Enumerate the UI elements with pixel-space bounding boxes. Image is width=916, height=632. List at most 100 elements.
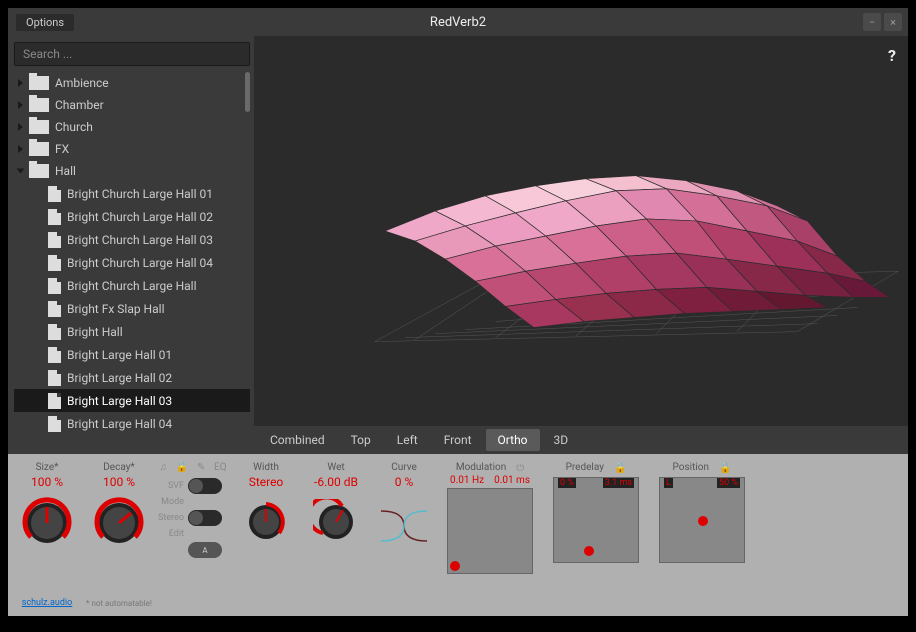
wet-value: -6.00 dB: [314, 475, 358, 489]
width-knob[interactable]: [243, 499, 289, 545]
folder-label: Chamber: [55, 98, 104, 112]
wet-label: Wet: [327, 462, 344, 473]
curve-label: Curve: [391, 462, 417, 473]
tab-combined[interactable]: Combined: [258, 429, 337, 451]
preset-item[interactable]: Bright Church Large Hall 01: [14, 182, 250, 205]
headphone-icon[interactable]: ♫: [159, 462, 167, 473]
options-button[interactable]: Options: [16, 14, 74, 31]
lock-icon[interactable]: 🔒: [176, 462, 188, 473]
pencil-icon[interactable]: ✎: [197, 462, 205, 473]
folder-icon: [29, 142, 49, 156]
curve-display[interactable]: [377, 501, 431, 551]
stereo-label: Stereo: [158, 513, 184, 523]
size-knob[interactable]: [19, 495, 75, 551]
predelay-lock-icon[interactable]: 🔒: [614, 463, 626, 474]
window-title: RedVerb2: [430, 15, 486, 30]
folder-icon: [29, 120, 49, 134]
edit-label: Edit: [158, 529, 184, 539]
size-value: 100 %: [31, 475, 63, 489]
folder-chamber[interactable]: Chamber: [14, 94, 250, 116]
file-icon: [48, 370, 61, 386]
power-icon[interactable]: ⏻: [516, 463, 524, 474]
folder-church[interactable]: Church: [14, 116, 250, 138]
preset-item[interactable]: Bright Large Hall 01: [14, 343, 250, 366]
preset-label: Bright Large Hall 03: [67, 394, 172, 408]
mod-ms: 0.01 ms: [494, 475, 530, 486]
preset-tree: Ambience Chamber Church FX Hall Bright Churc…: [14, 72, 250, 454]
file-icon: [48, 347, 61, 363]
position-right: 50 %: [717, 478, 740, 488]
expand-icon: [17, 169, 25, 174]
preset-label: Bright Large Hall 02: [67, 371, 172, 385]
preset-sidebar: Search ... Ambience Chamber Church FX Hall B…: [8, 36, 254, 454]
folder-ambience[interactable]: Ambience: [14, 72, 250, 94]
tab-3d[interactable]: 3D: [542, 429, 581, 451]
tab-top[interactable]: Top: [339, 429, 383, 451]
preset-label: Bright Church Large Hall 04: [67, 256, 213, 270]
tab-left[interactable]: Left: [385, 429, 430, 451]
modulation-label: Modulation: [456, 462, 506, 473]
tab-front[interactable]: Front: [432, 429, 484, 451]
preset-label: Bright Hall: [67, 325, 123, 339]
svf-label: SVF: [158, 481, 184, 491]
width-label: Width: [253, 462, 279, 473]
preset-item[interactable]: Bright Large Hall 03: [14, 389, 250, 412]
predelay-xy[interactable]: 0 % 3.1 ms: [553, 477, 639, 563]
expand-icon: [18, 79, 23, 87]
preset-item[interactable]: Bright Large Hall 04: [14, 412, 250, 435]
file-icon: [48, 209, 61, 225]
predelay-label: Predelay: [566, 462, 604, 473]
wet-knob[interactable]: [313, 499, 359, 545]
folder-label: Ambience: [55, 76, 109, 90]
preset-label: Bright Church Large Hall 02: [67, 210, 213, 224]
expand-icon: [18, 101, 23, 109]
preset-label: Bright Church Large Hall: [67, 279, 197, 293]
position-lock-icon[interactable]: 🔒: [719, 463, 731, 474]
position-left: L: [664, 478, 673, 488]
decay-knob[interactable]: [91, 495, 147, 551]
folder-hall[interactable]: Hall: [14, 160, 250, 182]
stereo-toggle[interactable]: [188, 510, 222, 526]
folder-fx[interactable]: FX: [14, 138, 250, 160]
preset-item[interactable]: Bright Hall: [14, 320, 250, 343]
help-button[interactable]: ?: [888, 46, 896, 65]
3d-visualization[interactable]: [254, 36, 908, 426]
minimize-button[interactable]: −: [863, 13, 881, 31]
modulation-xy[interactable]: [447, 488, 533, 574]
close-button[interactable]: ×: [884, 13, 902, 31]
file-icon: [48, 393, 61, 409]
preset-label: Bright Church Large Hall 03: [67, 233, 213, 247]
view-tabs: CombinedTopLeftFrontOrtho3D: [254, 426, 908, 454]
scrollbar[interactable]: [245, 72, 250, 112]
preset-item[interactable]: Bright Large Hall 02: [14, 366, 250, 389]
predelay-left: 0 %: [558, 478, 576, 488]
folder-icon: [29, 98, 49, 112]
edit-a-button[interactable]: A: [188, 542, 222, 558]
folder-label: FX: [55, 142, 69, 156]
search-input[interactable]: Search ...: [14, 42, 250, 66]
folder-icon: [29, 164, 49, 178]
preset-item[interactable]: Bright Church Large Hall: [14, 274, 250, 297]
position-xy[interactable]: L 50 %: [659, 477, 745, 563]
automate-note: * not automatable!: [86, 599, 152, 608]
preset-item[interactable]: Bright Church Large Hall 03: [14, 228, 250, 251]
preset-item[interactable]: Bright Church Large Hall 04: [14, 251, 250, 274]
titlebar: Options RedVerb2 − ×: [8, 8, 908, 36]
expand-icon: [18, 123, 23, 131]
svf-toggle[interactable]: [188, 478, 222, 494]
vendor-link[interactable]: schulz.audio: [22, 598, 73, 608]
mode-label: Mode: [158, 497, 184, 507]
preset-item[interactable]: Bright Church Large Hall 02: [14, 205, 250, 228]
file-icon: [48, 232, 61, 248]
preset-label: Bright Large Hall 01: [67, 348, 172, 362]
predelay-right: 3.1 ms: [603, 478, 634, 488]
controls-panel: Size* 100 % schulz.audio Decay* 100 % * …: [8, 454, 908, 616]
folder-label: Hall: [55, 164, 76, 178]
file-icon: [48, 416, 61, 432]
preset-item[interactable]: Bright Fx Slap Hall: [14, 297, 250, 320]
width-value: Stereo: [249, 475, 284, 489]
position-label: Position: [673, 462, 709, 473]
tab-ortho[interactable]: Ortho: [486, 429, 540, 451]
preset-label: Bright Fx Slap Hall: [67, 302, 164, 316]
file-icon: [48, 324, 61, 340]
